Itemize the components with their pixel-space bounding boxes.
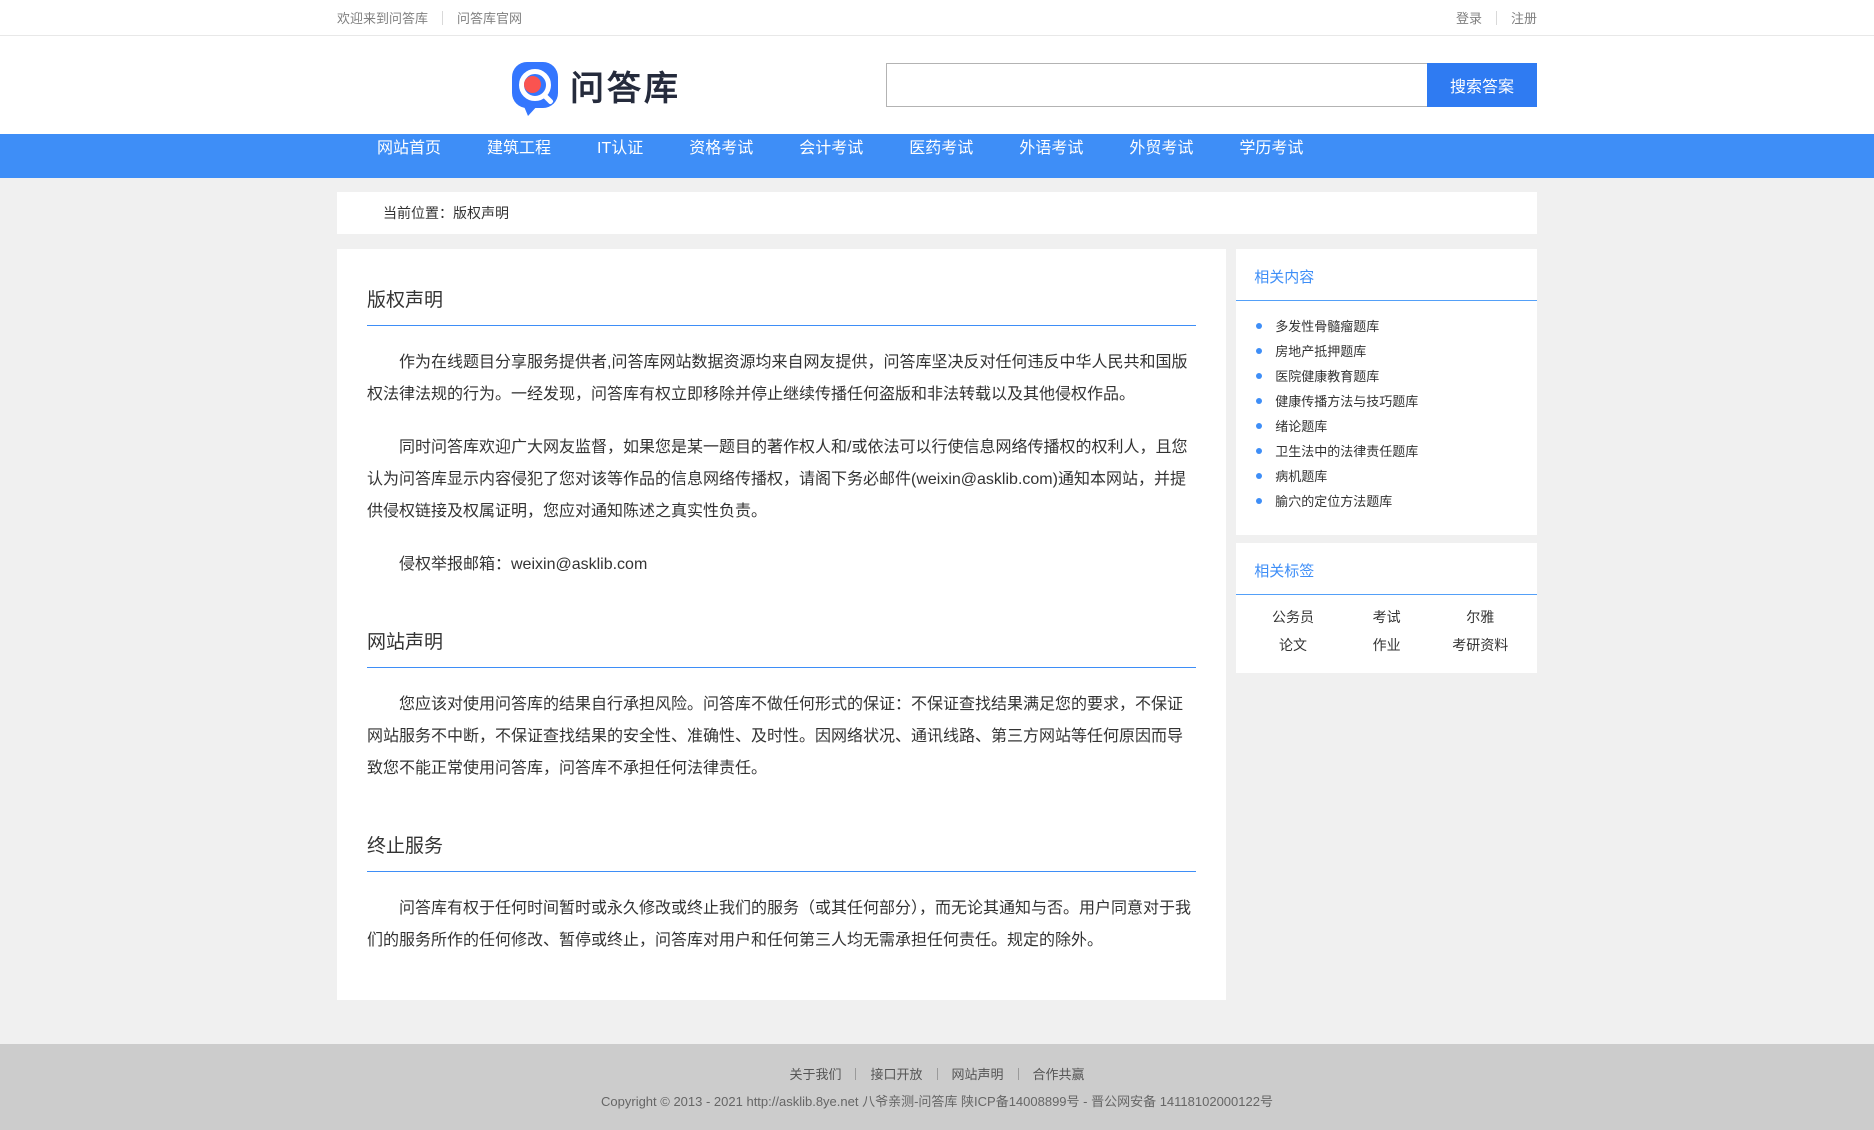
- section-site-statement: 网站声明 您应该对使用问答库的结果自行承担风险。问答库不做任何形式的保证：不保证…: [367, 627, 1196, 785]
- tag-link[interactable]: 论文: [1246, 633, 1340, 657]
- register-link[interactable]: 注册: [1511, 8, 1537, 27]
- bullet-icon: [1256, 398, 1262, 404]
- search-button[interactable]: 搜索答案: [1427, 63, 1537, 107]
- tag-link[interactable]: 作业: [1340, 633, 1434, 657]
- divider: [1018, 1068, 1019, 1080]
- paragraph: 问答库有权于任何时间暂时或永久修改或终止我们的服务（或其任何部分），而无论其通知…: [367, 893, 1196, 957]
- related-item[interactable]: 病机题库: [1252, 463, 1521, 488]
- site-logo[interactable]: 问答库: [512, 61, 681, 110]
- related-tags-title: 相关标签: [1236, 543, 1537, 594]
- welcome-text: 欢迎来到问答库: [337, 8, 428, 27]
- nav-item-accounting[interactable]: 会计考试: [776, 134, 886, 158]
- divider: [442, 11, 443, 25]
- footer-link[interactable]: 接口开放: [870, 1064, 922, 1083]
- breadcrumb: 当前位置：版权声明: [337, 203, 509, 223]
- footer-links: 关于我们 接口开放 网站声明 合作共赢: [789, 1064, 1084, 1083]
- divider: [855, 1068, 856, 1080]
- paragraph: 同时问答库欢迎广大网友监督，如果您是某一题目的著作权人和/或依法可以行使信息网络…: [367, 432, 1196, 528]
- logo-text: 问答库: [570, 61, 681, 110]
- nav-item-qualification[interactable]: 资格考试: [666, 134, 776, 158]
- related-content-card: 相关内容 多发性骨髓瘤题库 房地产抵押题库 医院健康教育题库 健康传播方法与技巧…: [1236, 249, 1537, 535]
- tag-link[interactable]: 考研资料: [1433, 633, 1527, 657]
- bullet-icon: [1256, 473, 1262, 479]
- related-item[interactable]: 医院健康教育题库: [1252, 363, 1521, 388]
- official-site-link[interactable]: 问答库官网: [457, 8, 522, 27]
- footer-link[interactable]: 关于我们: [789, 1064, 841, 1083]
- related-item[interactable]: 卫生法中的法律责任题库: [1252, 438, 1521, 463]
- nav-item-home[interactable]: 网站首页: [354, 134, 464, 158]
- section-title: 网站声明: [367, 627, 1196, 668]
- tag-link[interactable]: 公务员: [1246, 605, 1340, 629]
- footer-link[interactable]: 合作共赢: [1033, 1064, 1085, 1083]
- section-title: 版权声明: [367, 285, 1196, 326]
- bullet-icon: [1256, 448, 1262, 454]
- copyright-text: Copyright © 2013 - 2021 http://asklib.8y…: [601, 1091, 1273, 1110]
- breadcrumb-current: 版权声明: [453, 205, 509, 221]
- nav-item-foreign-language[interactable]: 外语考试: [996, 134, 1106, 158]
- related-content-title: 相关内容: [1236, 249, 1537, 300]
- sidebar: 相关内容 多发性骨髓瘤题库 房地产抵押题库 医院健康教育题库 健康传播方法与技巧…: [1236, 249, 1537, 673]
- nav-item-education[interactable]: 学历考试: [1216, 134, 1326, 158]
- nav-item-foreign-trade[interactable]: 外贸考试: [1106, 134, 1216, 158]
- search-bar: 搜索答案: [886, 63, 1537, 107]
- section-title: 终止服务: [367, 831, 1196, 872]
- divider: [1496, 11, 1497, 25]
- article-card: 版权声明 作为在线题目分享服务提供者,问答库网站数据资源均来自网友提供，问答库坚…: [337, 249, 1226, 1000]
- nav-item-construction[interactable]: 建筑工程: [464, 134, 574, 158]
- bullet-icon: [1256, 373, 1262, 379]
- tag-link[interactable]: 尔雅: [1433, 605, 1527, 629]
- related-item[interactable]: 多发性骨髓瘤题库: [1252, 313, 1521, 338]
- related-content-list: 多发性骨髓瘤题库 房地产抵押题库 医院健康教育题库 健康传播方法与技巧题库 绪论…: [1236, 301, 1537, 535]
- bullet-icon: [1256, 348, 1262, 354]
- nav-item-it[interactable]: IT认证: [574, 134, 666, 158]
- footer-link[interactable]: 网站声明: [952, 1064, 1004, 1083]
- bullet-icon: [1256, 423, 1262, 429]
- footer: 关于我们 接口开放 网站声明 合作共赢 Copyright © 2013 - 2…: [0, 1044, 1874, 1130]
- tag-grid: 公务员 考试 尔雅 论文 作业 考研资料: [1236, 595, 1537, 673]
- search-input[interactable]: [886, 63, 1427, 107]
- header: 问答库 搜索答案: [0, 36, 1874, 134]
- tag-link[interactable]: 考试: [1340, 605, 1434, 629]
- topbar: 欢迎来到问答库 问答库官网 登录 注册: [0, 0, 1874, 36]
- related-item[interactable]: 健康传播方法与技巧题库: [1252, 388, 1521, 413]
- divider: [937, 1068, 938, 1080]
- nav-menu: 网站首页 建筑工程 IT认证 资格考试 会计考试 医药考试 外语考试 外贸考试 …: [337, 134, 1537, 158]
- paragraph: 作为在线题目分享服务提供者,问答库网站数据资源均来自网友提供，问答库坚决反对任何…: [367, 347, 1196, 411]
- section-termination: 终止服务 问答库有权于任何时间暂时或永久修改或终止我们的服务（或其任何部分），而…: [367, 831, 1196, 957]
- breadcrumb-bar: 当前位置：版权声明: [337, 192, 1537, 234]
- paragraph: 您应该对使用问答库的结果自行承担风险。问答库不做任何形式的保证：不保证查找结果满…: [367, 689, 1196, 785]
- related-item[interactable]: 绪论题库: [1252, 413, 1521, 438]
- section-copyright: 版权声明 作为在线题目分享服务提供者,问答库网站数据资源均来自网友提供，问答库坚…: [367, 285, 1196, 581]
- nav-item-medical[interactable]: 医药考试: [886, 134, 996, 158]
- login-link[interactable]: 登录: [1456, 8, 1482, 27]
- related-item[interactable]: 房地产抵押题库: [1252, 338, 1521, 363]
- bullet-icon: [1256, 498, 1262, 504]
- main-nav: 网站首页 建筑工程 IT认证 资格考试 会计考试 医药考试 外语考试 外贸考试 …: [0, 134, 1874, 178]
- logo-q-bubble-icon: [512, 62, 558, 108]
- related-item[interactable]: 腧穴的定位方法题库: [1252, 488, 1521, 513]
- breadcrumb-prefix: 当前位置：: [383, 205, 453, 221]
- related-tags-card: 相关标签 公务员 考试 尔雅 论文 作业 考研资料: [1236, 543, 1537, 673]
- bullet-icon: [1256, 323, 1262, 329]
- paragraph: 侵权举报邮箱：weixin@asklib.com: [367, 549, 1196, 581]
